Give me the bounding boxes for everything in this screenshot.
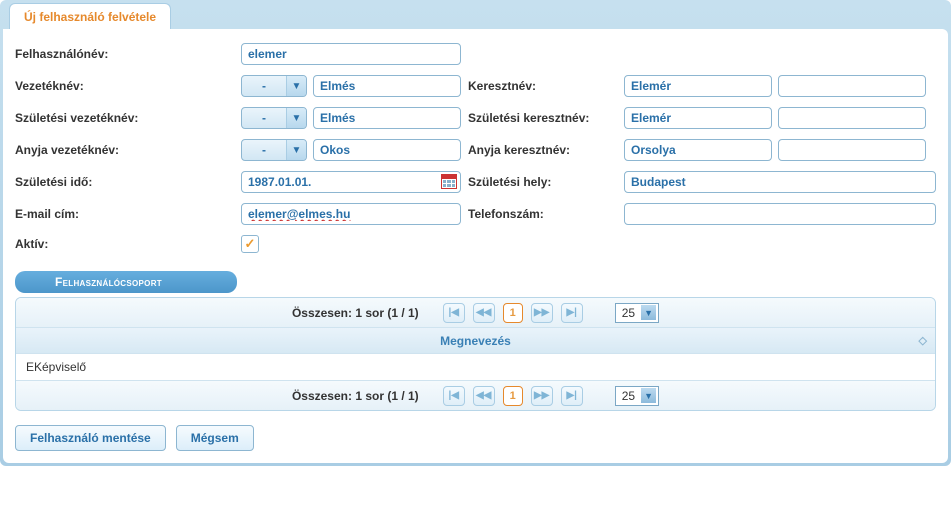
birth-firstname2-input[interactable] xyxy=(778,107,926,129)
pager-last-button[interactable]: ▶| xyxy=(561,386,583,406)
pager-first-button[interactable]: |◀ xyxy=(443,303,465,323)
birth-place-input[interactable] xyxy=(624,171,936,193)
mother-firstname1-input[interactable] xyxy=(624,139,772,161)
label-email: E-mail cím: xyxy=(15,207,235,221)
page-size-value: 25 xyxy=(622,306,635,320)
button-bar: Felhasználó mentése Mégsem xyxy=(15,425,936,451)
label-birth-date: Születési idő: xyxy=(15,175,235,189)
label-mother-surname: Anyja vezetéknév: xyxy=(15,143,235,157)
table-row[interactable]: EKépviselő xyxy=(16,354,935,380)
prefix-surname-value: - xyxy=(242,79,286,93)
birth-date-input[interactable] xyxy=(241,171,461,193)
label-birth-place: Születési hely: xyxy=(468,175,618,189)
cancel-button[interactable]: Mégsem xyxy=(176,425,254,451)
tab-header: Új felhasználó felvétele xyxy=(3,3,948,29)
form-content: Felhasználónév: Vezetéknév: - ▼ Keresztn… xyxy=(3,29,948,463)
prefix-surname-dropdown[interactable]: - ▼ xyxy=(241,75,307,97)
pager-prev-button[interactable]: ◀◀ xyxy=(473,303,495,323)
pager-prev-button[interactable]: ◀◀ xyxy=(473,386,495,406)
chevron-down-icon: ▼ xyxy=(286,140,306,160)
firstname1-input[interactable] xyxy=(624,75,772,97)
label-birth-surname: Születési vezetéknév: xyxy=(15,111,235,125)
pager-next-button[interactable]: ▶▶ xyxy=(531,386,553,406)
page-size-value: 25 xyxy=(622,389,635,403)
tab-new-user[interactable]: Új felhasználó felvétele xyxy=(9,3,171,29)
label-birth-firstname: Születési keresztnév: xyxy=(468,111,618,125)
firstname2-input[interactable] xyxy=(778,75,926,97)
label-active: Aktív: xyxy=(15,237,235,251)
phone-input[interactable] xyxy=(624,203,936,225)
label-firstname: Keresztnév: xyxy=(468,79,618,93)
usergroup-panel: Összesen: 1 sor (1 / 1) |◀ ◀◀ 1 ▶▶ ▶| 25… xyxy=(15,297,936,411)
pager-bottom: Összesen: 1 sor (1 / 1) |◀ ◀◀ 1 ▶▶ ▶| 25… xyxy=(16,380,935,410)
label-username: Felhasználónév: xyxy=(15,47,235,61)
chevron-down-icon: ▼ xyxy=(641,388,656,403)
pager-summary: Összesen: 1 sor (1 / 1) xyxy=(292,389,419,403)
calendar-icon[interactable] xyxy=(441,174,457,189)
column-header-label: Megnevezés xyxy=(440,334,511,348)
surname-input[interactable] xyxy=(313,75,461,97)
pager-summary: Összesen: 1 sor (1 / 1) xyxy=(292,306,419,320)
chevron-down-icon: ▼ xyxy=(286,76,306,96)
pager-last-button[interactable]: ▶| xyxy=(561,303,583,323)
chevron-down-icon: ▼ xyxy=(641,305,656,320)
username-input[interactable] xyxy=(241,43,461,65)
label-mother-firstname: Anyja keresztnév: xyxy=(468,143,618,157)
birth-surname-input[interactable] xyxy=(313,107,461,129)
chevron-down-icon: ▼ xyxy=(286,108,306,128)
sort-icon: ◇ xyxy=(919,334,927,347)
birth-firstname1-input[interactable] xyxy=(624,107,772,129)
section-usergroup-header: Felhasználócsoport xyxy=(15,271,237,293)
label-phone: Telefonszám: xyxy=(468,207,618,221)
prefix-mother-surname-value: - xyxy=(242,143,286,157)
label-surname: Vezetéknév: xyxy=(15,79,235,93)
active-checkbox[interactable]: ✓ xyxy=(241,235,259,253)
prefix-birth-surname-value: - xyxy=(242,111,286,125)
email-input[interactable] xyxy=(241,203,461,225)
save-button[interactable]: Felhasználó mentése xyxy=(15,425,166,451)
tab-panel: Új felhasználó felvétele Felhasználónév:… xyxy=(0,0,951,466)
page-size-select[interactable]: 25 ▼ xyxy=(615,303,659,323)
pager-next-button[interactable]: ▶▶ xyxy=(531,303,553,323)
pager-first-button[interactable]: |◀ xyxy=(443,386,465,406)
prefix-mother-surname-dropdown[interactable]: - ▼ xyxy=(241,139,307,161)
table-header-megnevezes[interactable]: Megnevezés ◇ xyxy=(16,328,935,354)
page-size-select[interactable]: 25 ▼ xyxy=(615,386,659,406)
pager-top: Összesen: 1 sor (1 / 1) |◀ ◀◀ 1 ▶▶ ▶| 25… xyxy=(16,298,935,328)
prefix-birth-surname-dropdown[interactable]: - ▼ xyxy=(241,107,307,129)
mother-surname-input[interactable] xyxy=(313,139,461,161)
pager-page-number[interactable]: 1 xyxy=(503,386,523,406)
mother-firstname2-input[interactable] xyxy=(778,139,926,161)
pager-page-number[interactable]: 1 xyxy=(503,303,523,323)
